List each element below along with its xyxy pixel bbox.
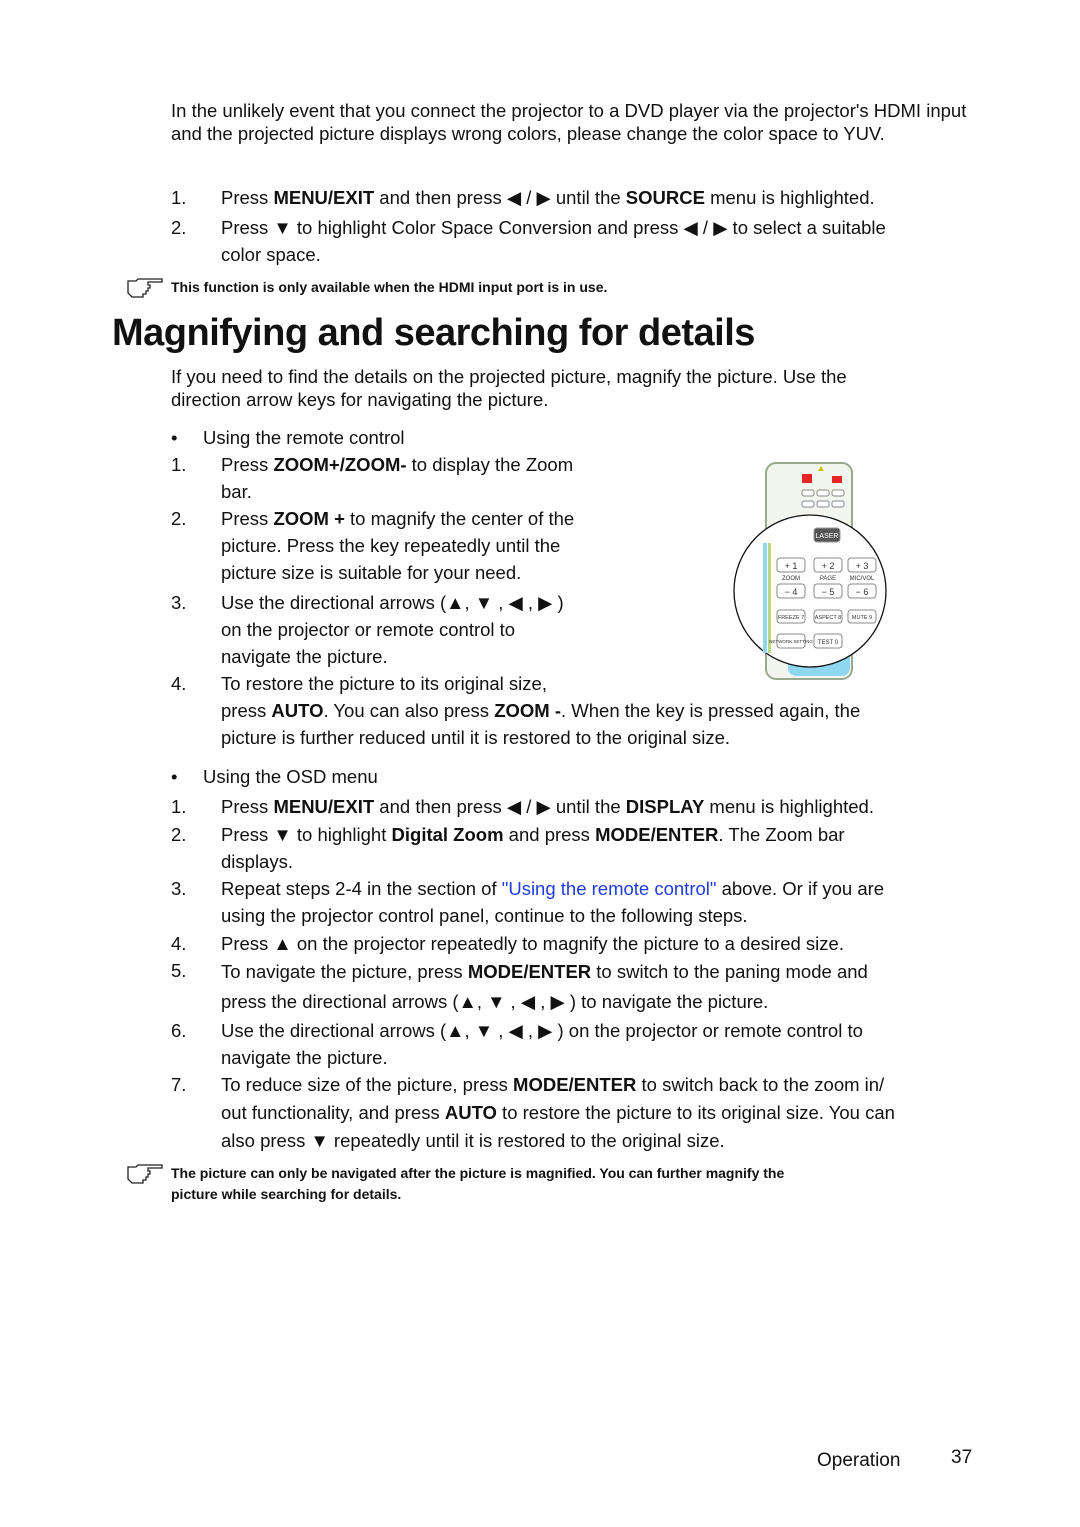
bullet-text: Using the remote control	[203, 427, 405, 448]
step-text: Press ▼ to highlight Color Space Convers…	[221, 217, 886, 265]
remote-control-illustration: LASER + 1 + 2 + 3 ZOOM PAGE MIC/VOL − 4 …	[733, 462, 887, 680]
page-number: 37	[951, 1447, 973, 1468]
svg-text:− 6: − 6	[856, 587, 869, 597]
step-number: 2.	[171, 217, 187, 238]
svg-text:PAGE: PAGE	[820, 576, 836, 582]
pointing-hand-icon	[127, 1164, 163, 1184]
footer-section-name: Operation	[817, 1450, 901, 1471]
power-off-button	[832, 476, 842, 483]
svg-text:+ 3: + 3	[856, 561, 869, 571]
intro-note: This function is only available when the…	[171, 279, 608, 295]
pointing-hand-icon	[127, 278, 163, 298]
svg-text:− 5: − 5	[822, 587, 835, 597]
power-on-button	[802, 474, 812, 483]
svg-text:TEST 0: TEST 0	[818, 640, 839, 646]
svg-text:MIC/VOL: MIC/VOL	[850, 576, 875, 582]
svg-text:ASPECT 8: ASPECT 8	[815, 615, 842, 621]
intro-paragraph: In the unlikely event that you connect t…	[171, 100, 967, 144]
svg-text:LASER: LASER	[816, 533, 839, 540]
svg-text:ZOOM: ZOOM	[782, 576, 800, 582]
remote-control-link[interactable]: "Using the remote control"	[502, 878, 717, 899]
svg-text:− 4: − 4	[785, 587, 798, 597]
step-text: Press MENU/EXIT and then press ◀ / ▶ unt…	[221, 187, 875, 208]
section-intro: If you need to find the details on the p…	[171, 366, 847, 410]
svg-text:+ 2: + 2	[822, 561, 835, 571]
page-title: Magnifying and searching for details	[112, 312, 755, 354]
section-note: The picture can only be navigated after …	[171, 1165, 785, 1202]
svg-text:MUTE 9: MUTE 9	[852, 615, 872, 621]
svg-text:NETWORK SETTING: NETWORK SETTING	[769, 639, 813, 644]
svg-text:+ 1: + 1	[785, 561, 798, 571]
step-number: 1.	[171, 187, 187, 208]
svg-text:FREEZE 7: FREEZE 7	[778, 615, 804, 621]
